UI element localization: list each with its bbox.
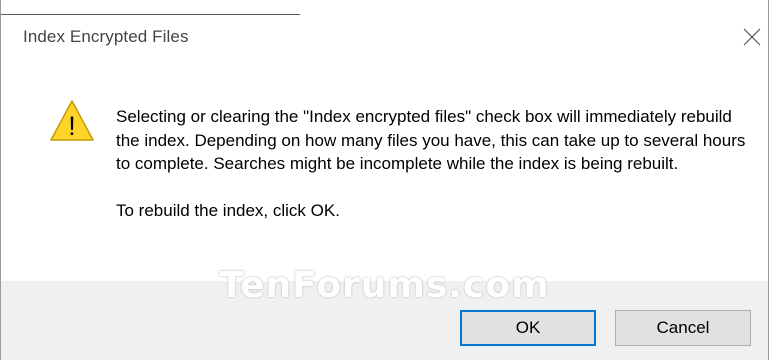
- background-window-edge: [1, 0, 300, 15]
- instruction-text: To rebuild the index, click OK.: [116, 200, 340, 220]
- warning-icon-glyph: !: [68, 111, 76, 141]
- message-text: Selecting or clearing the "Index encrypt…: [116, 107, 746, 173]
- message-body: Selecting or clearing the "Index encrypt…: [116, 105, 746, 222]
- dialog-title: Index Encrypted Files: [23, 27, 189, 46]
- close-button[interactable]: [735, 20, 769, 54]
- dialog-window: Index Encrypted Files ! Selecting or cle…: [0, 0, 769, 360]
- cancel-button[interactable]: Cancel: [615, 310, 751, 346]
- warning-icon: !: [50, 100, 94, 141]
- close-icon: [743, 28, 761, 46]
- ok-button[interactable]: OK: [460, 310, 596, 346]
